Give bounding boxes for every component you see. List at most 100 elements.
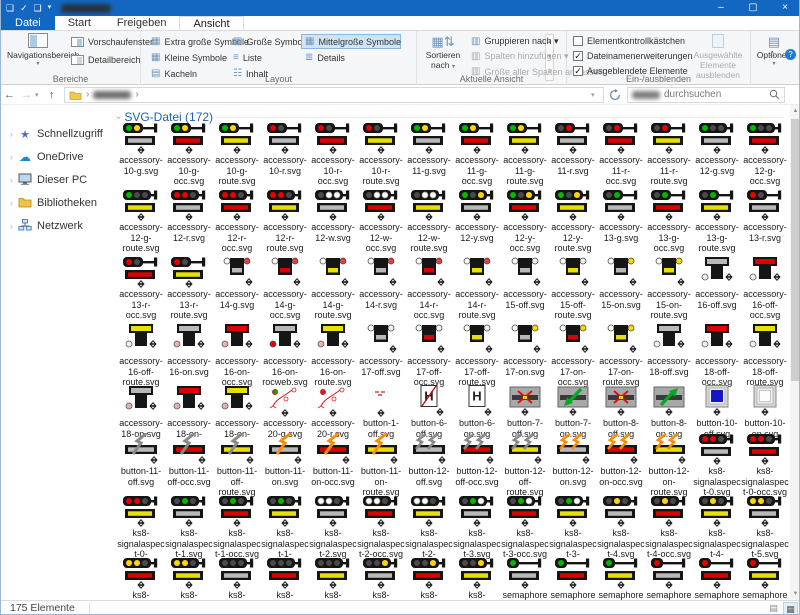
- file-cell[interactable]: accessory-10-r-occ.svg: [309, 122, 357, 187]
- file-cell[interactable]: accessory-18-off.svg: [645, 323, 693, 388]
- file-cell[interactable]: ks8-signalaspect-7-route.svg: [453, 557, 501, 600]
- file-cell[interactable]: button-11-on.svg: [261, 433, 309, 498]
- file-cell[interactable]: ks8-signalaspect-6.svg: [213, 557, 261, 600]
- file-cell[interactable]: accessory-12-r-occ.svg: [213, 189, 261, 254]
- view-option-1[interactable]: ▥Spalten hinzufügen ▾: [471, 51, 569, 62]
- sidebar-item-schnellzugriff[interactable]: ›★Schnellzugriff: [1, 125, 113, 143]
- up-button[interactable]: ↑: [43, 89, 60, 101]
- file-cell[interactable]: ks8-signalaspect-3.svg: [453, 495, 501, 562]
- view-option-0[interactable]: ▥Gruppieren nach ▾: [471, 36, 559, 47]
- file-cell[interactable]: ks8-signalaspect-1.svg: [165, 495, 213, 562]
- layout-option-gro-e-symbole[interactable]: ▦Große Symbole: [229, 34, 301, 49]
- file-cell[interactable]: accessory-13-g-route.svg: [693, 189, 741, 254]
- file-cell[interactable]: accessory-16-off-occ.svg: [741, 256, 789, 321]
- file-cell[interactable]: ks8-signalaspect-6-route.svg: [309, 557, 357, 600]
- refresh-icon[interactable]: [609, 89, 621, 101]
- file-cell[interactable]: accessory-15-off.svg: [501, 256, 549, 321]
- file-cell[interactable]: ks8-signalaspect-3-route.svg: [549, 495, 597, 562]
- file-cell[interactable]: ks8-signalaspect-2-route.svg: [405, 495, 453, 562]
- file-cell[interactable]: accessory-12-y-route.svg: [549, 189, 597, 254]
- file-cell[interactable]: accessory-12-g-occ.svg: [741, 122, 789, 187]
- maximize-button[interactable]: ▢: [737, 0, 769, 16]
- file-cell[interactable]: accessory-13-g.svg: [597, 189, 645, 254]
- expand-chevron-icon[interactable]: ›: [10, 198, 13, 208]
- back-button[interactable]: ←: [1, 89, 18, 101]
- checkbox-dateinamenerweiterungen[interactable]: ✓Dateinamenerweiterungen: [573, 51, 693, 61]
- layout-option-kleine-symbole[interactable]: ▦Kleine Symbole: [147, 50, 229, 65]
- file-cell[interactable]: accessory-17-off-route.svg: [453, 323, 501, 388]
- close-button[interactable]: ×: [769, 0, 800, 16]
- file-cell[interactable]: accessory-12-g-route.svg: [117, 189, 165, 254]
- tab-start[interactable]: Start: [55, 16, 104, 30]
- file-cell[interactable]: ks8-signalaspect-7-occ.svg: [405, 557, 453, 600]
- title-bar[interactable]: ❏ ✓ ❏ ▾ – ▢ ×: [1, 0, 800, 16]
- file-cell[interactable]: ks8-signalaspect-4.svg: [597, 495, 645, 562]
- file-cell[interactable]: button-11-off-occ.svg: [165, 433, 213, 498]
- navigation-pane-button[interactable]: Navigationsbereich ▾: [7, 33, 69, 67]
- vertical-scrollbar[interactable]: ▲ ▼: [790, 105, 800, 600]
- file-cell[interactable]: button-12-off-route.svg: [501, 433, 549, 498]
- history-dropdown-icon[interactable]: ▾: [35, 91, 43, 99]
- file-cell[interactable]: button-11-on-occ.svg: [309, 433, 357, 498]
- folder-icon[interactable]: ❏: [34, 0, 42, 16]
- file-cell[interactable]: accessory-12-w-occ.svg: [357, 189, 405, 254]
- checkbox-checked-icon[interactable]: ✓: [573, 51, 583, 61]
- file-cell[interactable]: semaphore-r-route.svg: [741, 557, 789, 600]
- file-cell[interactable]: accessory-13-r-occ.svg: [117, 256, 165, 321]
- file-cell[interactable]: accessory-12-g.svg: [693, 122, 741, 187]
- tab-datei[interactable]: Datei: [1, 16, 55, 30]
- file-cell[interactable]: accessory-14-g-route.svg: [309, 256, 357, 321]
- address-dropdown-icon[interactable]: ▾: [591, 91, 599, 99]
- sidebar-item-dieser-pc[interactable]: ›Dieser PC: [1, 171, 113, 189]
- file-cell[interactable]: ks8-signalaspect-1-route.svg: [261, 495, 309, 562]
- file-cell[interactable]: accessory-11-g-occ.svg: [453, 122, 501, 187]
- forward-button[interactable]: →: [18, 89, 35, 101]
- expand-chevron-icon[interactable]: ›: [10, 129, 13, 139]
- check-icon[interactable]: ✓: [20, 0, 28, 16]
- details-view-button[interactable]: ▤: [766, 602, 781, 615]
- scroll-up-icon[interactable]: ▲: [790, 105, 800, 117]
- help-icon[interactable]: ?: [785, 49, 796, 60]
- file-cell[interactable]: accessory-18-off-occ.svg: [693, 323, 741, 388]
- file-cell[interactable]: accessory-16-off.svg: [693, 256, 741, 321]
- file-cell[interactable]: button-12-on-route.svg: [645, 433, 693, 498]
- checkbox-unchecked-icon[interactable]: [573, 36, 583, 46]
- file-cell[interactable]: ks8-signalaspect-0-route.svg: [117, 495, 165, 562]
- file-cell[interactable]: button-11-on-route.svg: [357, 433, 405, 498]
- file-cell[interactable]: accessory-17-off.svg: [357, 323, 405, 388]
- search-input[interactable]: durchsuchen: [627, 87, 785, 103]
- tab-ansicht[interactable]: Ansicht: [179, 16, 243, 30]
- file-cell[interactable]: semaphore-r.svg: [645, 557, 693, 600]
- file-cell[interactable]: ks8-signalaspect-2.svg: [309, 495, 357, 562]
- file-cell[interactable]: accessory-11-r-occ.svg: [597, 122, 645, 187]
- file-cell[interactable]: ks8-signalaspect-6-occ.svg: [261, 557, 309, 600]
- file-cell[interactable]: ks8-signalaspect-7.svg: [357, 557, 405, 600]
- file-cell[interactable]: button-12-on-occ.svg: [597, 433, 645, 498]
- scrollbar-thumb[interactable]: [791, 119, 800, 381]
- file-cell[interactable]: ks8-signalaspect-5-occ.svg: [117, 557, 165, 600]
- file-cell[interactable]: accessory-17-on-route.svg: [597, 323, 645, 388]
- file-cell[interactable]: semaphore-g-occ.svg: [549, 557, 597, 600]
- file-cell[interactable]: accessory-17-off-occ.svg: [405, 323, 453, 388]
- group-collapse-icon[interactable]: ›: [113, 115, 124, 118]
- file-cell[interactable]: accessory-11-r.svg: [549, 122, 597, 187]
- qat-dropdown-icon[interactable]: ▾: [48, 0, 52, 16]
- checkbox-elementkontrollk-stchen[interactable]: Elementkontrollkästchen: [573, 36, 685, 46]
- file-cell[interactable]: accessory-15-off-route.svg: [549, 256, 597, 321]
- file-cell[interactable]: ks8-signalaspect-3-occ.svg: [501, 495, 549, 562]
- file-cell[interactable]: accessory-12-r.svg: [165, 189, 213, 254]
- file-cell[interactable]: accessory-15-on.svg: [597, 256, 645, 321]
- file-cell[interactable]: accessory-11-g.svg: [405, 122, 453, 187]
- file-cell[interactable]: accessory-16-on-occ.svg: [213, 323, 261, 388]
- file-cell[interactable]: ks8-signalaspect-4-occ.svg: [645, 495, 693, 562]
- file-cell[interactable]: accessory-14-r-route.svg: [453, 256, 501, 321]
- file-cell[interactable]: accessory-10-g.svg: [117, 122, 165, 187]
- file-cell[interactable]: button-11-off.svg: [117, 433, 165, 498]
- file-cell[interactable]: accessory-13-g-occ.svg: [645, 189, 693, 254]
- file-cell[interactable]: accessory-18-off-route.svg: [741, 323, 789, 388]
- layout-option-mittelgro-e-symbole[interactable]: ▦Mittelgroße Symbole: [301, 34, 401, 49]
- layout-option-details[interactable]: ≣Details: [301, 50, 401, 65]
- details-pane-button[interactable]: Detailbereich: [71, 55, 141, 65]
- file-cell[interactable]: accessory-11-r-route.svg: [645, 122, 693, 187]
- icons-view-button[interactable]: ▦: [783, 602, 798, 615]
